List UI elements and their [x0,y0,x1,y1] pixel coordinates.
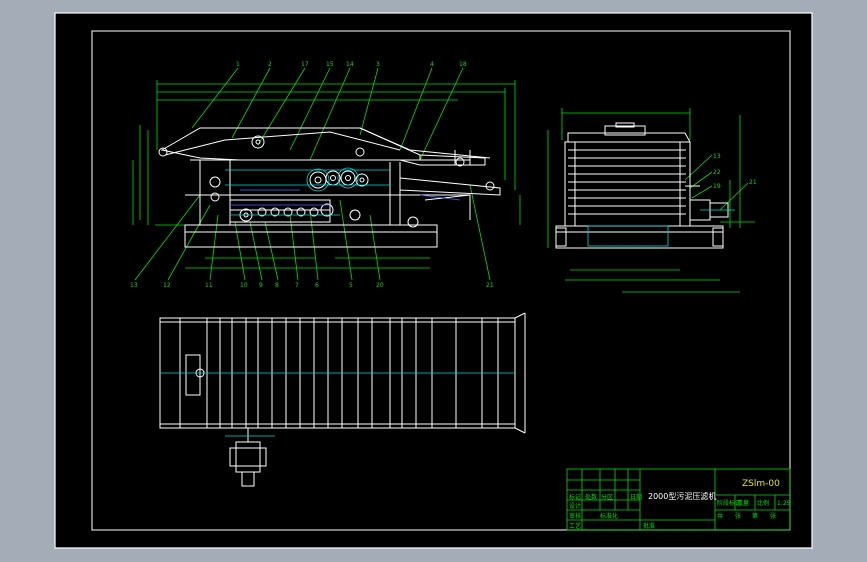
callout-11: 11 [205,282,213,289]
callout-12: 12 [163,282,171,289]
drawing-scale: 1:25 [777,500,791,507]
callout-20: 20 [376,282,384,289]
side-callout-22: 22 [713,169,721,176]
callout-15: 15 [326,61,334,68]
callout-9: 9 [259,282,263,289]
callout-7: 7 [295,282,299,289]
tb-label-date: 日期 [630,493,642,501]
callout-8: 8 [275,282,279,289]
callout-13: 13 [130,282,138,289]
callout-17: 17 [301,61,309,68]
tb-label-approve: 批准 [643,522,655,530]
callout-21: 21 [486,282,494,289]
tb-label-total: 共 [717,512,723,520]
drawing-code: ZSlm-00 [742,479,780,489]
tb-label-design: 设计 [569,502,581,510]
side-callout-19: 19 [713,183,721,190]
paper-outer-frame [54,12,813,549]
side-callout-13: 13 [713,153,721,160]
tb-label-process: 工艺 [569,522,581,530]
callout-18: 18 [459,61,467,68]
drawing-sheet: 1 2 17 15 14 3 4 18 13 12 11 10 9 8 7 6 … [54,12,813,549]
tb-label-zone: 分区 [601,493,613,501]
callout-5: 5 [349,282,353,289]
tb-label-standard: 标准化 [600,512,618,520]
tb-label-weight: 重量 [737,499,749,507]
callout-4: 4 [430,61,434,68]
callout-10: 10 [240,282,248,289]
tb-label-count: 处数 [585,493,597,501]
callout-3: 3 [376,61,380,68]
tb-label-mark: 标记 [569,493,581,501]
tb-label-ratio: 比例 [757,499,769,507]
tb-label-sheet: 张 [770,512,776,520]
tb-label-sheets: 张 [735,512,741,520]
callout-1: 1 [236,61,240,68]
callout-6: 6 [315,282,319,289]
callout-2: 2 [268,61,272,68]
tb-label-review: 审核 [569,512,581,520]
drawing-title: 2000型污泥压滤机 [648,491,716,501]
callout-14: 14 [346,61,354,68]
side-callout-21: 21 [749,179,757,186]
tb-label-no: 第 [752,512,758,520]
cad-viewport[interactable]: 1 2 17 15 14 3 4 18 13 12 11 10 9 8 7 6 … [0,0,867,562]
